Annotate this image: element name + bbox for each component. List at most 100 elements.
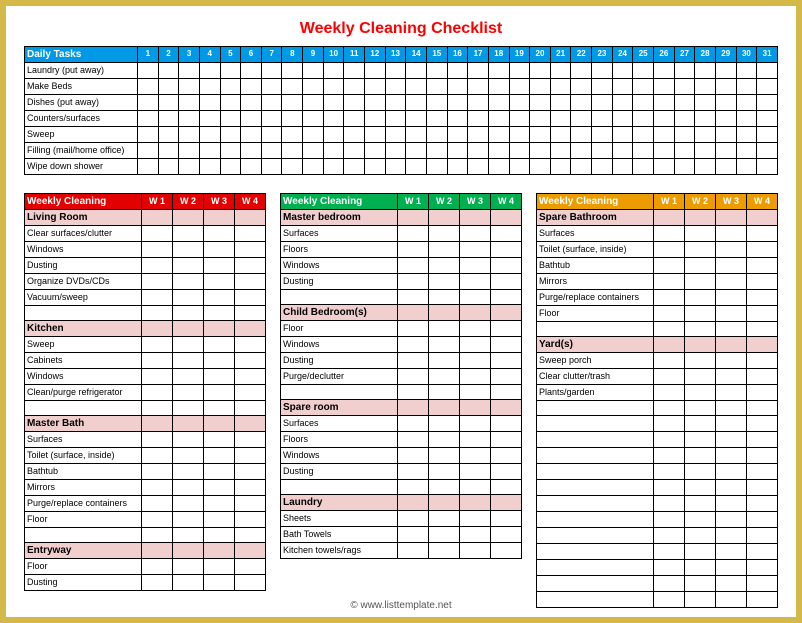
weekly-checkbox-cell[interactable] <box>204 290 235 306</box>
daily-checkbox-cell[interactable] <box>282 111 303 127</box>
daily-checkbox-cell[interactable] <box>323 79 344 95</box>
weekly-checkbox-cell[interactable] <box>173 242 204 258</box>
daily-checkbox-cell[interactable] <box>695 143 716 159</box>
weekly-checkbox-cell[interactable] <box>685 512 716 528</box>
weekly-checkbox-cell[interactable] <box>142 559 173 575</box>
weekly-checkbox-cell[interactable] <box>685 416 716 432</box>
weekly-checkbox-cell[interactable] <box>747 480 778 496</box>
daily-checkbox-cell[interactable] <box>344 95 365 111</box>
weekly-checkbox-cell[interactable] <box>685 226 716 242</box>
weekly-checkbox-cell[interactable] <box>204 464 235 480</box>
daily-checkbox-cell[interactable] <box>406 127 427 143</box>
weekly-checkbox-cell[interactable] <box>654 258 685 274</box>
daily-checkbox-cell[interactable] <box>303 95 324 111</box>
daily-checkbox-cell[interactable] <box>303 143 324 159</box>
weekly-checkbox-cell[interactable] <box>204 337 235 353</box>
weekly-checkbox-cell[interactable] <box>491 448 522 464</box>
weekly-checkbox-cell[interactable] <box>204 559 235 575</box>
daily-checkbox-cell[interactable] <box>365 159 386 175</box>
daily-checkbox-cell[interactable] <box>530 127 551 143</box>
weekly-checkbox-cell[interactable] <box>142 290 173 306</box>
weekly-checkbox-cell[interactable] <box>398 543 429 559</box>
daily-checkbox-cell[interactable] <box>303 127 324 143</box>
weekly-checkbox-cell[interactable] <box>204 258 235 274</box>
daily-checkbox-cell[interactable] <box>509 127 530 143</box>
daily-checkbox-cell[interactable] <box>323 63 344 79</box>
daily-checkbox-cell[interactable] <box>365 63 386 79</box>
weekly-checkbox-cell[interactable] <box>654 464 685 480</box>
weekly-checkbox-cell[interactable] <box>491 226 522 242</box>
daily-checkbox-cell[interactable] <box>241 159 262 175</box>
daily-checkbox-cell[interactable] <box>282 143 303 159</box>
weekly-checkbox-cell[interactable] <box>398 432 429 448</box>
weekly-checkbox-cell[interactable] <box>429 258 460 274</box>
daily-checkbox-cell[interactable] <box>282 79 303 95</box>
daily-checkbox-cell[interactable] <box>220 159 241 175</box>
daily-checkbox-cell[interactable] <box>447 143 468 159</box>
weekly-checkbox-cell[interactable] <box>685 496 716 512</box>
weekly-checkbox-cell[interactable] <box>398 274 429 290</box>
weekly-checkbox-cell[interactable] <box>173 448 204 464</box>
daily-checkbox-cell[interactable] <box>282 127 303 143</box>
daily-checkbox-cell[interactable] <box>261 143 282 159</box>
daily-checkbox-cell[interactable] <box>199 95 220 111</box>
weekly-checkbox-cell[interactable] <box>429 464 460 480</box>
daily-checkbox-cell[interactable] <box>612 95 633 111</box>
daily-checkbox-cell[interactable] <box>736 143 757 159</box>
daily-checkbox-cell[interactable] <box>509 111 530 127</box>
weekly-checkbox-cell[interactable] <box>747 416 778 432</box>
weekly-checkbox-cell[interactable] <box>173 480 204 496</box>
weekly-checkbox-cell[interactable] <box>398 242 429 258</box>
daily-checkbox-cell[interactable] <box>303 159 324 175</box>
daily-checkbox-cell[interactable] <box>158 159 179 175</box>
weekly-checkbox-cell[interactable] <box>204 448 235 464</box>
daily-checkbox-cell[interactable] <box>385 95 406 111</box>
daily-checkbox-cell[interactable] <box>654 143 675 159</box>
daily-checkbox-cell[interactable] <box>385 79 406 95</box>
weekly-checkbox-cell[interactable] <box>235 353 266 369</box>
daily-checkbox-cell[interactable] <box>757 143 778 159</box>
daily-checkbox-cell[interactable] <box>158 127 179 143</box>
daily-checkbox-cell[interactable] <box>199 111 220 127</box>
weekly-checkbox-cell[interactable] <box>204 226 235 242</box>
weekly-checkbox-cell[interactable] <box>235 496 266 512</box>
weekly-checkbox-cell[interactable] <box>173 369 204 385</box>
weekly-checkbox-cell[interactable] <box>398 353 429 369</box>
weekly-checkbox-cell[interactable] <box>173 385 204 401</box>
daily-checkbox-cell[interactable] <box>385 127 406 143</box>
weekly-checkbox-cell[interactable] <box>204 369 235 385</box>
weekly-checkbox-cell[interactable] <box>460 416 491 432</box>
weekly-checkbox-cell[interactable] <box>460 448 491 464</box>
daily-checkbox-cell[interactable] <box>199 159 220 175</box>
weekly-checkbox-cell[interactable] <box>491 337 522 353</box>
weekly-checkbox-cell[interactable] <box>235 480 266 496</box>
weekly-checkbox-cell[interactable] <box>398 369 429 385</box>
daily-checkbox-cell[interactable] <box>138 127 159 143</box>
daily-checkbox-cell[interactable] <box>220 79 241 95</box>
weekly-checkbox-cell[interactable] <box>654 242 685 258</box>
daily-checkbox-cell[interactable] <box>592 159 613 175</box>
daily-checkbox-cell[interactable] <box>344 143 365 159</box>
daily-checkbox-cell[interactable] <box>406 95 427 111</box>
weekly-checkbox-cell[interactable] <box>685 560 716 576</box>
daily-checkbox-cell[interactable] <box>344 127 365 143</box>
weekly-checkbox-cell[interactable] <box>685 432 716 448</box>
weekly-checkbox-cell[interactable] <box>716 385 747 401</box>
weekly-checkbox-cell[interactable] <box>460 432 491 448</box>
weekly-checkbox-cell[interactable] <box>235 369 266 385</box>
daily-checkbox-cell[interactable] <box>715 159 736 175</box>
daily-checkbox-cell[interactable] <box>695 111 716 127</box>
weekly-checkbox-cell[interactable] <box>204 274 235 290</box>
weekly-checkbox-cell[interactable] <box>398 511 429 527</box>
weekly-checkbox-cell[interactable] <box>747 274 778 290</box>
daily-checkbox-cell[interactable] <box>138 143 159 159</box>
daily-checkbox-cell[interactable] <box>426 79 447 95</box>
daily-checkbox-cell[interactable] <box>303 79 324 95</box>
weekly-checkbox-cell[interactable] <box>235 258 266 274</box>
daily-checkbox-cell[interactable] <box>282 159 303 175</box>
weekly-checkbox-cell[interactable] <box>654 544 685 560</box>
daily-checkbox-cell[interactable] <box>509 159 530 175</box>
daily-checkbox-cell[interactable] <box>385 111 406 127</box>
weekly-checkbox-cell[interactable] <box>747 544 778 560</box>
daily-checkbox-cell[interactable] <box>550 143 571 159</box>
